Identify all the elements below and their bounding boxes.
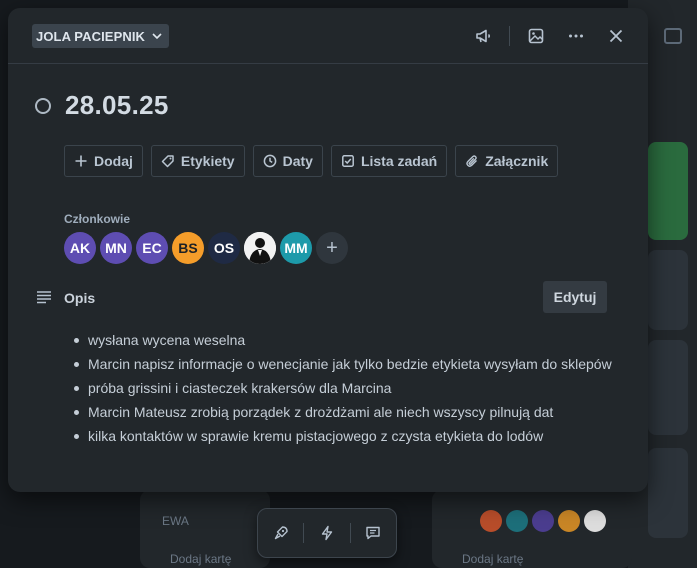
checklist-button-label: Lista zadań: [360, 153, 438, 169]
comment-icon[interactable]: [360, 520, 386, 546]
labels-button[interactable]: Etykiety: [150, 145, 245, 177]
add-card-link[interactable]: Dodaj kartę: [462, 552, 523, 566]
attachment-button-label: Załącznik: [485, 153, 549, 169]
card-title[interactable]: 28.05.25: [65, 90, 169, 121]
card-actions: Dodaj Etykiety Daty Lista zadań Załączni…: [64, 145, 559, 177]
image-icon[interactable]: [522, 22, 550, 50]
member-avatar[interactable]: OS: [208, 232, 240, 264]
list-name: JOLA PACIEPNIK: [36, 28, 146, 44]
tag-icon: [161, 155, 174, 168]
avatar: [558, 510, 580, 532]
header-actions: [457, 22, 630, 50]
attachment-button[interactable]: Załącznik: [455, 145, 559, 177]
members-list: AK MN EC BS OS MM +: [64, 232, 348, 264]
person-photo-icon: [244, 232, 276, 264]
list-selector[interactable]: JOLA PACIEPNIK: [32, 24, 170, 48]
description-heading: Opis: [64, 290, 96, 306]
board-card[interactable]: [648, 250, 688, 330]
card-title-row: 28.05.25: [35, 90, 169, 121]
more-icon[interactable]: [562, 22, 590, 50]
checklist-button[interactable]: Lista zadań: [330, 145, 448, 177]
avatar: [584, 510, 606, 532]
paperclip-icon: [466, 155, 478, 167]
list-item: Marcin Mateusz zrobią porządek z drożdża…: [72, 400, 612, 424]
add-card-link[interactable]: Dodaj kartę: [170, 552, 231, 566]
dates-button[interactable]: Daty: [252, 145, 323, 177]
members-heading: Członkowie: [64, 212, 131, 226]
close-icon[interactable]: [602, 22, 630, 50]
clock-icon: [263, 154, 276, 168]
board-header-icon: [664, 28, 682, 44]
member-avatar[interactable]: BS: [172, 232, 204, 264]
labels-button-label: Etykiety: [180, 153, 235, 169]
board-card[interactable]: [648, 448, 688, 538]
board-list-bottom-right: Dodaj kartę: [432, 490, 632, 568]
description-icon: [37, 291, 51, 304]
board-card[interactable]: [648, 340, 688, 435]
list-item: wysłana wycena weselna: [72, 328, 612, 352]
list-item: próba grissini i ciasteczek krakersów dl…: [72, 376, 612, 400]
avatar: [506, 510, 528, 532]
floating-toolbar: [257, 508, 397, 558]
rocket-icon[interactable]: [268, 520, 294, 546]
member-avatar[interactable]: EC: [136, 232, 168, 264]
board-card-text: EWA: [162, 514, 189, 528]
checklist-icon: [342, 155, 354, 167]
complete-checkbox[interactable]: [35, 97, 51, 114]
member-avatar[interactable]: MN: [100, 232, 132, 264]
board-card-green[interactable]: [648, 142, 688, 240]
header-divider: [509, 26, 510, 46]
add-button-label: Dodaj: [94, 153, 133, 169]
member-avatar[interactable]: MM: [280, 232, 312, 264]
toolbar-divider: [349, 523, 351, 543]
plus-icon: [75, 155, 87, 167]
card-detail-modal: JOLA PACIEPNIK 28.05.25 Dodaj Etykiety D…: [8, 8, 648, 492]
dates-button-label: Daty: [282, 153, 313, 169]
avatar: [532, 510, 554, 532]
edit-description-button[interactable]: Edytuj: [543, 281, 607, 313]
modal-header: JOLA PACIEPNIK: [8, 8, 648, 64]
list-item: Marcin napisz informacje o wenecjanie ja…: [72, 352, 612, 376]
board-list-bottom: EWA Dodaj kartę: [140, 490, 270, 568]
megaphone-icon[interactable]: [469, 22, 497, 50]
add-member-button[interactable]: +: [316, 232, 348, 264]
avatar: [480, 510, 502, 532]
toolbar-divider: [303, 523, 305, 543]
description-list[interactable]: wysłana wycena weselna Marcin napisz inf…: [72, 328, 612, 448]
add-button[interactable]: Dodaj: [64, 145, 143, 177]
list-item: kilka kontaktów w sprawie kremu pistacjo…: [72, 424, 612, 448]
member-photo-avatar[interactable]: [244, 232, 276, 264]
lightning-icon[interactable]: [314, 520, 340, 546]
member-avatar[interactable]: AK: [64, 232, 96, 264]
chevron-down-icon: [152, 33, 162, 40]
